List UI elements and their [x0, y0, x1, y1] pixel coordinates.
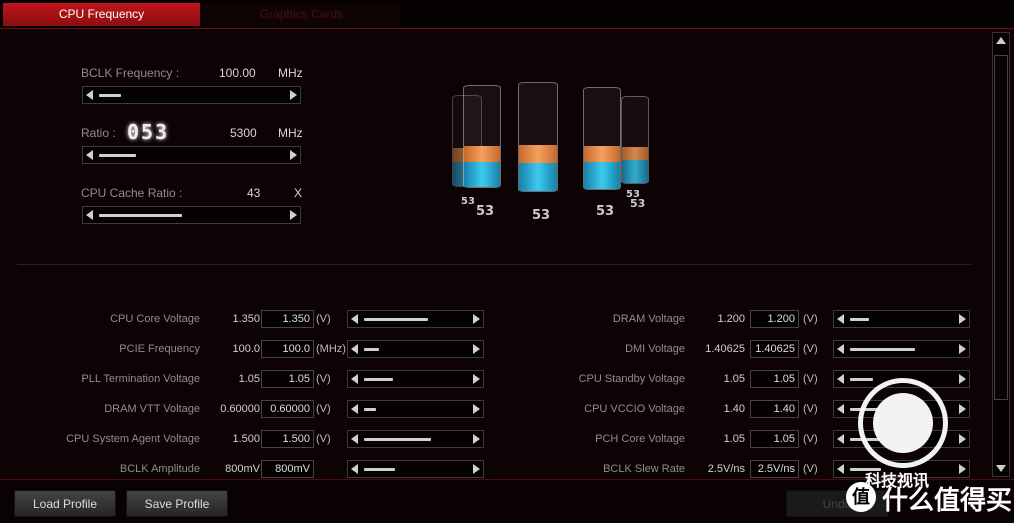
setting-input[interactable]: 2.5V/ns [750, 460, 799, 478]
left-arrow-icon[interactable] [837, 464, 844, 474]
bclk-label: BCLK Frequency : [81, 66, 180, 80]
scrollbar-thumb[interactable] [994, 55, 1008, 400]
setting-label: DRAM Voltage [612, 313, 685, 325]
setting-current-value: 1.05 [723, 373, 745, 385]
setting-row: DRAM Voltage 1.200 1.200 (V) [0, 310, 1000, 328]
right-arrow-icon[interactable] [959, 344, 966, 354]
ratio-value: 5300 [230, 126, 257, 140]
setting-input[interactable]: 1.05 [750, 370, 799, 388]
setting-slider[interactable] [833, 340, 970, 358]
left-arrow-icon[interactable] [86, 210, 93, 220]
core-ratio-label: 53 [596, 204, 615, 219]
right-arrow-icon[interactable] [959, 314, 966, 324]
section-divider [17, 264, 971, 265]
cache-ratio-unit: X [294, 186, 303, 200]
setting-label: BCLK Slew Rate [603, 463, 685, 475]
ratio-unit: MHz [278, 126, 303, 140]
setting-row: CPU Standby Voltage 1.05 1.05 (V) [0, 370, 1000, 388]
watermark-text-2: 什么值得买 [882, 485, 1013, 515]
setting-label: CPU VCCIO Voltage [584, 403, 685, 415]
tab-bar: CPU Frequency Graphics Cards [0, 0, 1014, 29]
slider-thumb[interactable] [99, 214, 183, 217]
setting-current-value: 1.40625 [705, 343, 745, 355]
setting-unit: (V) [803, 313, 818, 325]
bclk-unit: MHz [278, 66, 303, 80]
right-arrow-icon[interactable] [290, 90, 297, 100]
load-profile-button[interactable]: Load Profile [14, 490, 116, 517]
right-arrow-icon[interactable] [959, 464, 966, 474]
core-ratio-label: 53 [476, 204, 495, 219]
left-arrow-icon[interactable] [837, 314, 844, 324]
setting-row: BCLK Slew Rate 2.5V/ns 2.5V/ns (V) [0, 460, 1000, 478]
slider-thumb[interactable] [850, 348, 915, 351]
right-arrow-icon[interactable] [959, 404, 966, 414]
right-arrow-icon[interactable] [290, 210, 297, 220]
bclk-slider[interactable] [82, 86, 301, 104]
cache-ratio-label: CPU Cache Ratio : [81, 186, 183, 200]
setting-label: DMI Voltage [625, 343, 685, 355]
setting-unit: (V) [803, 343, 818, 355]
vertical-scrollbar[interactable] [992, 32, 1010, 477]
setting-input[interactable]: 1.40 [750, 400, 799, 418]
left-arrow-icon[interactable] [837, 374, 844, 384]
right-arrow-icon[interactable] [290, 150, 297, 160]
setting-row: PCH Core Voltage 1.05 1.05 (V) [0, 430, 1000, 448]
core-ratio-label: 53 [461, 196, 475, 207]
setting-label: CPU Standby Voltage [578, 373, 685, 385]
setting-unit: (V) [803, 463, 818, 475]
left-arrow-icon[interactable] [837, 434, 844, 444]
left-arrow-icon[interactable] [86, 90, 93, 100]
setting-label: PCH Core Voltage [595, 433, 685, 445]
setting-current-value: 1.40 [723, 403, 745, 415]
bclk-value: 100.00 [219, 66, 256, 80]
left-arrow-icon[interactable] [86, 150, 93, 160]
setting-row: DMI Voltage 1.40625 1.40625 (V) [0, 340, 1000, 358]
slider-thumb[interactable] [850, 378, 873, 381]
slider-thumb[interactable] [99, 94, 122, 97]
left-arrow-icon[interactable] [837, 404, 844, 414]
setting-current-value: 1.05 [723, 433, 745, 445]
ratio-digits: 053 [127, 120, 170, 144]
core-cylinder [518, 82, 558, 192]
setting-slider[interactable] [833, 310, 970, 328]
cache-ratio-slider[interactable] [82, 206, 301, 224]
tab-cpu-frequency[interactable]: CPU Frequency [3, 3, 200, 26]
setting-unit: (V) [803, 373, 818, 385]
slider-thumb[interactable] [99, 154, 136, 157]
setting-unit: (V) [803, 403, 818, 415]
setting-input[interactable]: 1.200 [750, 310, 799, 328]
save-profile-button[interactable]: Save Profile [126, 490, 228, 517]
core-ratio-label: 53 [532, 208, 551, 223]
setting-row: CPU VCCIO Voltage 1.40 1.40 (V) [0, 400, 1000, 418]
cache-ratio-value: 43 [247, 186, 261, 200]
watermark-badge: 值 [846, 482, 876, 512]
slider-thumb[interactable] [850, 318, 869, 321]
setting-current-value: 2.5V/ns [707, 463, 745, 475]
core-cylinder [621, 96, 649, 184]
tab-graphics-cards[interactable]: Graphics Cards [203, 3, 400, 26]
right-arrow-icon[interactable] [959, 434, 966, 444]
setting-input[interactable]: 1.40625 [750, 340, 799, 358]
ratio-label: Ratio : [81, 126, 116, 140]
core-cylinder [463, 85, 501, 188]
left-arrow-icon[interactable] [837, 344, 844, 354]
setting-current-value: 1.200 [717, 313, 745, 325]
core-cylinder [583, 87, 621, 190]
setting-unit: (V) [803, 433, 818, 445]
scroll-down-arrow-icon[interactable] [996, 465, 1006, 472]
scroll-up-arrow-icon[interactable] [996, 37, 1006, 44]
right-arrow-icon[interactable] [959, 374, 966, 384]
core-ratio-label: 53 [630, 197, 646, 210]
setting-input[interactable]: 1.05 [750, 430, 799, 448]
ratio-slider[interactable] [82, 146, 301, 164]
